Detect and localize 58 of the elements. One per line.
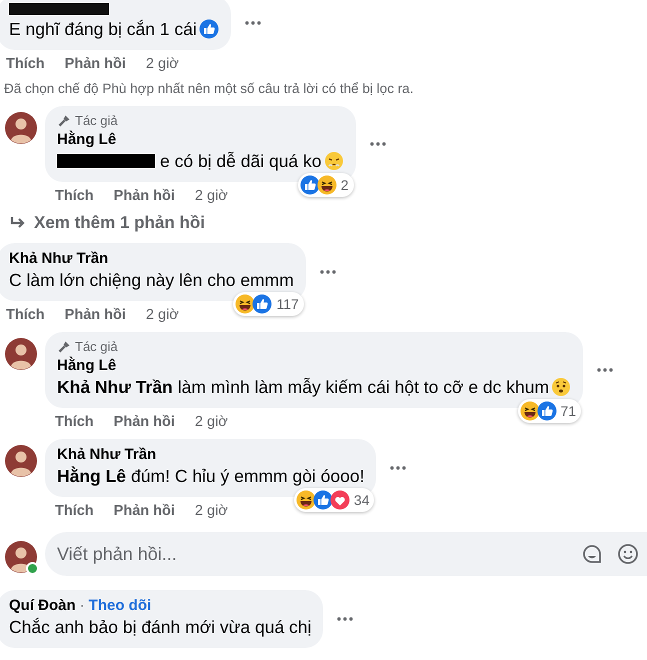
commenter-name[interactable]: Hằng Lê [57,357,116,375]
reply-link[interactable]: Phản hồi [114,502,175,520]
reply-link[interactable]: Phản hồi [64,306,126,324]
comment-text: Khả Như Trần làm mình làm mẫy kiếm cái hột to cỡ e dc khum [57,375,572,399]
like-link[interactable]: Thích [55,413,94,431]
reaction-count: 117 [276,296,299,312]
timestamp[interactable]: 2 giờ [194,502,228,520]
comment-text: E nghĩ đáng bị cắn 1 cái [9,17,219,41]
reaction-count: 34 [354,492,370,508]
reply-link[interactable]: Phản hồi [114,187,175,205]
like-link[interactable]: Thích [55,187,94,205]
comment-text: Hằng Lê đúm! C hỉu ý emmm gòi óooo! [57,464,364,488]
reactions-pill[interactable]: 71 [518,399,582,423]
comment-text: Chắc anh bảo bị đánh mới vừa quá chị [9,616,312,639]
microphone-icon [57,114,71,128]
timestamp[interactable]: 2 giờ [194,187,228,205]
commenter-name[interactable]: Khả Như Trần [9,250,108,268]
microphone-icon [57,340,71,354]
view-more-replies-link[interactable]: Xem thêm 1 phản hồi [34,213,205,233]
reply-input[interactable]: Viết phản hồi... [57,539,567,569]
more-options-icon[interactable] [370,142,386,146]
timestamp[interactable]: 2 giờ [146,55,179,73]
commenter-name[interactable]: Hằng Lê [57,131,116,149]
comment-text: C làm lớn chiệng này lên cho emmm [9,269,294,292]
author-label: Tác giả [75,339,118,354]
follow-link[interactable]: Theo dõi [88,597,152,614]
filter-notice: Đã chọn chế độ Phù hợp nhất nên một số câu trả lời có thể bị lọc ra. [4,81,414,96]
timestamp[interactable]: 2 giờ [146,306,179,324]
comment-text: e có bị dễ dãi quá ko [57,149,344,173]
like-link[interactable]: Thích [55,502,94,520]
reactions-pill[interactable]: 2 [298,173,354,197]
like-link[interactable]: Thích [6,55,45,73]
like-link[interactable]: Thích [6,306,45,324]
timestamp[interactable]: 2 giờ [194,413,228,431]
commenter-name[interactable]: Quí Đoàn [9,597,76,615]
sticker-icon[interactable] [581,543,603,565]
mention-link[interactable]: Hằng Lê [57,464,126,488]
reply-link[interactable]: Phản hồi [114,413,175,431]
mention-link[interactable]: Khả Như Trần [57,375,173,399]
more-options-icon[interactable] [337,617,354,621]
reaction-count: 71 [560,403,576,419]
reaction-count: 2 [340,177,349,193]
emoji-icon[interactable] [617,543,639,565]
avatar-icon[interactable] [5,112,37,144]
more-options-icon[interactable] [320,270,336,274]
more-options-icon[interactable] [597,368,614,372]
reactions-pill[interactable]: 34 [294,488,374,512]
reply-arrow-icon [10,216,26,230]
more-options-icon[interactable] [390,466,406,470]
separator-dot: · [80,597,85,614]
reply-input-field[interactable]: Viết phản hồi... [45,532,647,576]
avatar-icon[interactable] [5,445,37,477]
commenter-name[interactable]: Khả Như Trần [57,446,156,464]
reactions-pill[interactable]: 117 [233,292,304,316]
avatar-icon[interactable] [5,338,37,370]
more-options-icon[interactable] [244,21,261,25]
reply-link[interactable]: Phản hồi [64,55,126,73]
author-label: Tác giả [75,113,118,128]
